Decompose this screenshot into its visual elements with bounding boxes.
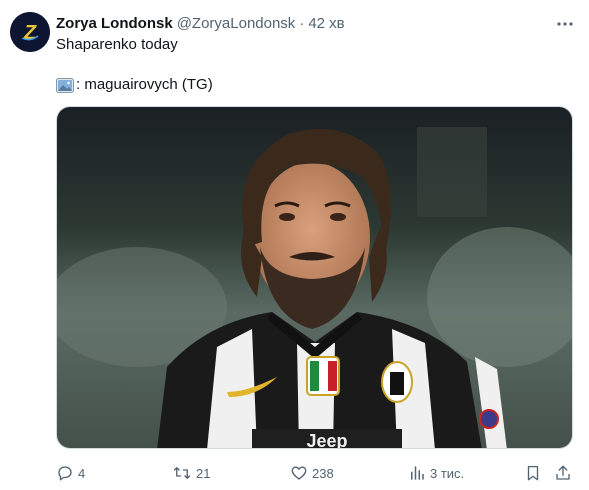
- tweet-text-line-2: : maguairovych (TG): [56, 75, 213, 95]
- retweet-count: 21: [196, 465, 211, 481]
- views-chart-icon: [411, 466, 424, 480]
- reply-button[interactable]: 4: [56, 462, 85, 484]
- heart-icon: [291, 466, 307, 480]
- tweet-header: Zorya Londonsk @ZoryaLondonsk · 42 хв: [56, 13, 345, 33]
- more-dots-icon: [557, 22, 573, 26]
- avatar[interactable]: Z: [10, 12, 50, 52]
- tweet-text-line-1: Shaparenko today: [56, 36, 178, 53]
- like-count: 238: [312, 465, 334, 481]
- bookmark-icon: [527, 465, 539, 481]
- action-bar: 4 21 238 3 тис.: [56, 462, 576, 484]
- share-button[interactable]: [554, 462, 576, 484]
- views-button[interactable]: 3 тис.: [408, 462, 464, 484]
- retweet-icon: [173, 467, 191, 479]
- reply-count: 4: [78, 465, 86, 481]
- user-handle[interactable]: @ZoryaLondonsk: [177, 15, 296, 32]
- bookmark-button[interactable]: [524, 462, 546, 484]
- display-name[interactable]: Zorya Londonsk: [56, 15, 173, 32]
- reply-icon: [58, 466, 72, 481]
- avatar-letter: Z: [23, 22, 37, 44]
- credit-text: : maguairovych (TG): [76, 76, 213, 93]
- more-options-button[interactable]: [553, 12, 577, 36]
- like-button[interactable]: 238: [290, 462, 334, 484]
- separator-dot: ·: [299, 14, 305, 32]
- share-icon: [556, 465, 570, 480]
- timestamp[interactable]: 42 хв: [308, 15, 344, 32]
- kit-sponsor-text: Jeep: [306, 431, 347, 449]
- views-count: 3 тис.: [430, 465, 465, 481]
- retweet-button[interactable]: 21: [172, 462, 210, 484]
- tweet-photo[interactable]: Jeep: [56, 106, 573, 449]
- tweet-card[interactable]: Z Zorya Londonsk @ZoryaLondonsk · 42 хв …: [0, 0, 589, 490]
- photo-emoji-icon: [56, 77, 74, 93]
